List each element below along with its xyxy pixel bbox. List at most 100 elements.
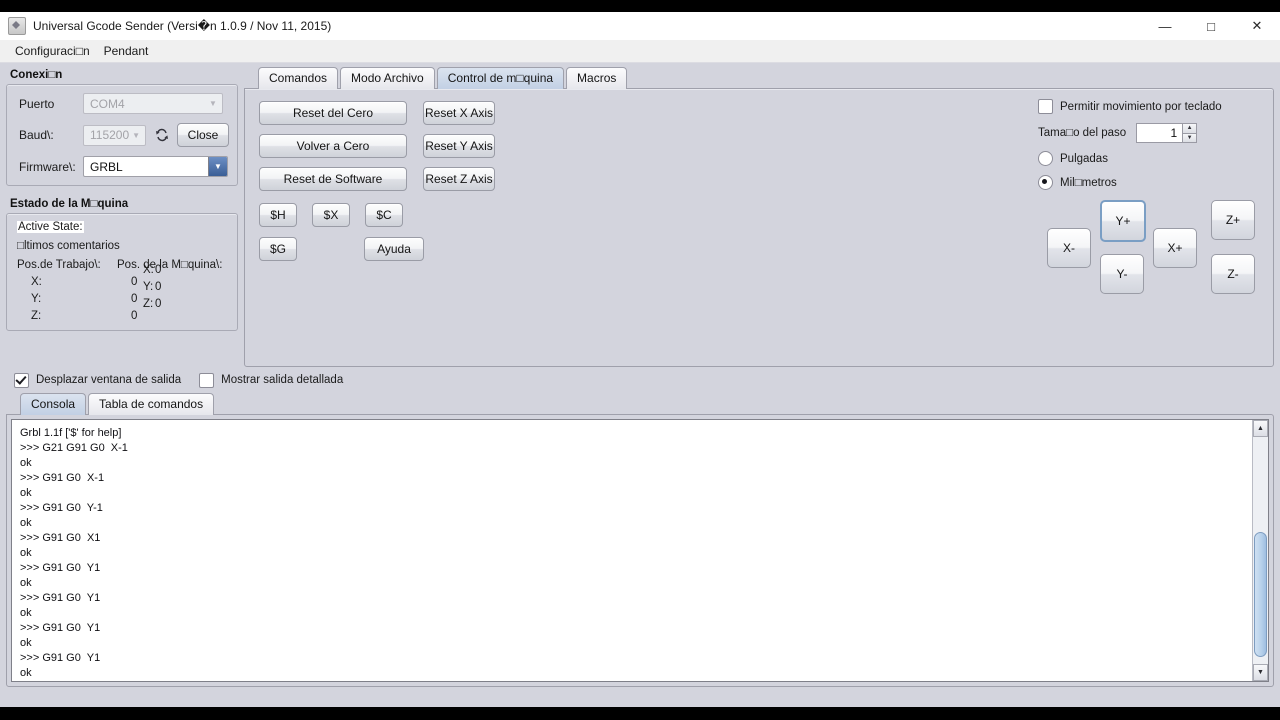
- reset-buttons-row-1: Reset del Cero Volver a Cero Reset de So…: [259, 101, 495, 200]
- scrollbar-track[interactable]: [1253, 437, 1268, 664]
- stepper-down-icon[interactable]: ▼: [1182, 133, 1198, 143]
- jog-y-plus-button[interactable]: Y+: [1100, 200, 1146, 242]
- menu-bar: Configuraci□n Pendant: [0, 40, 1280, 63]
- menu-item-pendant[interactable]: Pendant: [97, 42, 156, 60]
- step-size-input[interactable]: 1: [1136, 123, 1183, 143]
- step-size-row: Tama□o del paso 1 ▲ ▼: [1038, 123, 1263, 143]
- jog-y-minus-button[interactable]: Y-: [1100, 254, 1144, 294]
- work-z: Z:: [31, 310, 42, 322]
- minimize-button[interactable]: —: [1142, 12, 1188, 40]
- work-x: X:: [31, 276, 42, 288]
- tab-modo-archivo[interactable]: Modo Archivo: [340, 67, 435, 89]
- machine-control-buttons: Reset del Cero Volver a Cero Reset de So…: [259, 101, 495, 271]
- jog-z-plus-button[interactable]: Z+: [1211, 200, 1255, 240]
- check-command-button[interactable]: $C: [365, 203, 403, 227]
- jog-x-plus-button[interactable]: X+: [1153, 228, 1197, 268]
- baud-row: Baud\: 115200 ▼ Close: [13, 123, 229, 147]
- machine-axis-row-z: Z: 0: [129, 298, 227, 310]
- status-bar: [6, 687, 1274, 701]
- help-button[interactable]: Ayuda: [364, 237, 424, 261]
- verbose-output-checkbox[interactable]: [199, 372, 215, 388]
- stepper-buttons: ▲ ▼: [1182, 123, 1198, 143]
- inches-row: Pulgadas: [1038, 151, 1263, 166]
- step-size-stepper[interactable]: 1 ▲ ▼: [1136, 123, 1198, 143]
- reset-z-axis-button[interactable]: Reset Z Axis: [423, 167, 495, 191]
- scrollbar-thumb[interactable]: [1254, 532, 1267, 658]
- home-command-button[interactable]: $H: [259, 203, 297, 227]
- gcode-state-button[interactable]: $G: [259, 237, 297, 261]
- jog-x-minus-button[interactable]: X-: [1047, 228, 1091, 268]
- machine-axis-row-x: X: 0: [129, 264, 227, 276]
- keyboard-jog-checkbox[interactable]: [1038, 99, 1053, 114]
- stepper-up-icon[interactable]: ▲: [1182, 123, 1198, 134]
- firmware-label: Firmware\:: [19, 159, 76, 174]
- tab-tabla-de-comandos[interactable]: Tabla de comandos: [88, 393, 215, 415]
- console-tab-strip: Consola Tabla de comandos: [6, 393, 1274, 415]
- millimeters-radio[interactable]: [1038, 175, 1053, 190]
- left-button-stack: Reset del Cero Volver a Cero Reset de So…: [259, 101, 407, 200]
- tab-consola[interactable]: Consola: [20, 393, 87, 415]
- menu-item-configuracion[interactable]: Configuraci□n: [8, 42, 97, 60]
- chevron-down-icon: ▼: [208, 157, 227, 176]
- reset-zero-button[interactable]: Reset del Cero: [259, 101, 407, 125]
- console-output-text: Grbl 1.1f ['$' for help] >>> G21 G91 G0 …: [20, 427, 128, 679]
- machine-position-column: X: 0 Y: 0 Z: 0: [129, 264, 227, 310]
- axis-reset-stack: Reset X Axis Reset Y Axis Reset Z Axis: [423, 101, 495, 200]
- scroll-down-icon[interactable]: ▼: [1253, 664, 1268, 681]
- chevron-down-icon: ▼: [132, 130, 141, 140]
- unlock-command-button[interactable]: $X: [312, 203, 350, 227]
- scroll-output-row: Desplazar ventana de salida: [14, 372, 182, 388]
- scroll-up-icon[interactable]: ▲: [1253, 420, 1268, 437]
- close-connection-button[interactable]: Close: [177, 123, 229, 147]
- window-controls: — □ ✕: [1142, 12, 1280, 40]
- baud-value: 115200: [90, 128, 130, 142]
- console-panel: Grbl 1.1f ['$' for help] >>> G21 G91 G0 …: [6, 414, 1274, 687]
- console-scrollbar[interactable]: ▲ ▼: [1252, 420, 1268, 681]
- return-to-zero-button[interactable]: Volver a Cero: [259, 134, 407, 158]
- baud-select[interactable]: 115200 ▼: [83, 124, 147, 146]
- jog-options: Permitir movimiento por teclado Tama□o d…: [1038, 99, 1263, 199]
- close-window-button[interactable]: ✕: [1234, 12, 1280, 40]
- scroll-output-label: Desplazar ventana de salida: [36, 374, 182, 386]
- inches-radio[interactable]: [1038, 151, 1053, 166]
- output-options-row: Desplazar ventana de salida Mostrar sali…: [6, 367, 1274, 393]
- tab-control-de-maquina[interactable]: Control de m□quina: [436, 67, 565, 89]
- work-position-header: Pos.de Trabajo\:: [17, 259, 101, 271]
- port-value: COM4: [90, 96, 125, 111]
- machine-x: X:: [143, 264, 154, 276]
- maximize-button[interactable]: □: [1188, 12, 1234, 40]
- jog-button-pad: X- Y+ Y- X+ Z+ Z-: [1037, 197, 1265, 297]
- scroll-output-checkbox[interactable]: [14, 372, 29, 388]
- verbose-output-row: Mostrar salida detallada: [199, 372, 344, 388]
- application-window: Universal Gcode Sender (Versi�n 1.0.9 / …: [0, 12, 1280, 707]
- port-select[interactable]: COM4 ▼: [83, 93, 223, 114]
- firmware-select[interactable]: GRBL ▼: [83, 156, 228, 177]
- work-z-value: 0: [131, 310, 138, 322]
- axis-row-z: Z: 0: [17, 310, 227, 322]
- machine-x-value: 0: [155, 264, 162, 276]
- right-column: Comandos Modo Archivo Control de m□quina…: [244, 67, 1274, 367]
- verbose-output-label: Mostrar salida detallada: [221, 374, 344, 386]
- chevron-down-icon: ▼: [209, 99, 217, 108]
- reset-x-axis-button[interactable]: Reset X Axis: [423, 101, 495, 125]
- tab-comandos[interactable]: Comandos: [258, 67, 339, 89]
- app-logo-icon: [8, 17, 26, 35]
- machine-z-value: 0: [155, 298, 162, 310]
- tab-macros[interactable]: Macros: [566, 67, 628, 89]
- left-column: Conexi□n Puerto COM4 ▼ Baud\: 115200 ▼ C…: [6, 67, 238, 367]
- console-section: Consola Tabla de comandos Grbl 1.1f ['$'…: [6, 393, 1274, 687]
- soft-reset-button[interactable]: Reset de Software: [259, 167, 407, 191]
- inches-label: Pulgadas: [1060, 152, 1108, 165]
- jog-z-minus-button[interactable]: Z-: [1211, 254, 1255, 294]
- millimeters-label: Mil□metros: [1060, 176, 1117, 189]
- millimeters-row: Mil□metros: [1038, 175, 1263, 190]
- refresh-ports-button[interactable]: [152, 125, 171, 146]
- refresh-icon: [155, 128, 168, 142]
- main-content: Conexi□n Puerto COM4 ▼ Baud\: 115200 ▼ C…: [0, 63, 1280, 707]
- window-title: Universal Gcode Sender (Versi�n 1.0.9 / …: [33, 19, 332, 33]
- grbl-command-row-1: $H $X $C: [259, 203, 495, 237]
- active-state-row: Active State:: [17, 221, 227, 233]
- port-row: Puerto COM4 ▼: [13, 93, 229, 114]
- reset-y-axis-button[interactable]: Reset Y Axis: [423, 134, 495, 158]
- title-bar: Universal Gcode Sender (Versi�n 1.0.9 / …: [0, 12, 1280, 40]
